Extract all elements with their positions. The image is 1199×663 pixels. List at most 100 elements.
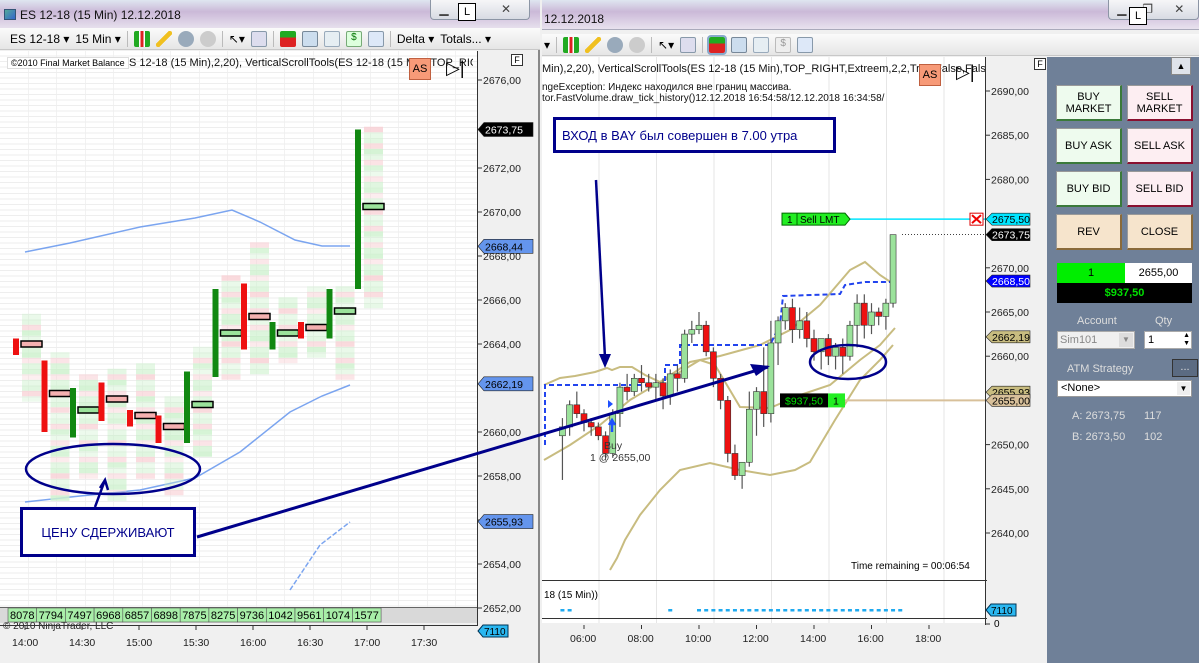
chevron-down-icon: ▼ [1177,382,1190,395]
divider [389,30,391,47]
annotation-box-left: ЦЕНУ СДЕРЖИВАЮТ [20,507,196,557]
totals-selector[interactable]: Totals... ▾ [440,32,491,46]
qty-value: 1 [1148,334,1155,346]
right-window-title: 12.12.2018 [544,12,605,26]
zoom-in-icon[interactable] [177,30,194,47]
chevron-down-icon: ▼ [1119,333,1133,347]
zoom-in-icon[interactable] [607,36,624,53]
lock-button[interactable]: L [458,3,476,21]
right-window-controls[interactable]: ▁ ❐ ✕ [1108,0,1199,20]
qty-stepper[interactable]: 1 ▲ ▼ [1144,331,1192,349]
volume-zero: 0 [994,619,1000,630]
buy-bid-button[interactable]: BUY BID [1056,171,1122,207]
strategy-dollar-icon[interactable]: $ [775,36,792,53]
left-time-axis-border [0,625,478,626]
error-line-2: tor.FastVolume.draw_tick_history()12.12.… [542,93,885,104]
indicator-icon[interactable] [323,30,340,47]
properties-icon[interactable] [797,36,814,53]
zoom-out-icon[interactable] [199,30,216,47]
account-select[interactable]: Sim101 ▼ [1057,331,1135,349]
volume-panel-bottom [542,618,987,619]
right-toolbar: ▾ ↖▾ $ [542,34,1199,56]
annotation-text-right: ВХОД в BAY был совершен в 7.00 утра [562,127,798,143]
properties-icon[interactable] [367,30,384,47]
error-line-1: ngeException: Индекс находился вне грани… [542,82,792,93]
f-button[interactable]: F [1034,58,1046,70]
close-position-button[interactable]: CLOSE [1127,214,1193,250]
left-axis-border [477,51,478,626]
divider [651,36,653,53]
lock-button[interactable]: L [1129,7,1147,25]
divider [702,36,704,53]
strategy-dollar-icon[interactable]: $ [345,30,362,47]
magnifier-icon[interactable] [250,30,267,47]
time-remaining: Time remaining = 00:06:54 [851,561,970,572]
candlestick-icon[interactable] [563,36,580,53]
volume-panel-title: 18 (15 Min)) [544,590,598,601]
atm-strategy-label: ATM Strategy [1067,363,1134,375]
scroll-end-icon[interactable]: ▷| [446,58,465,79]
pointer-icon[interactable]: ↖▾ [658,38,674,52]
scroll-end-icon[interactable]: ▷| [956,62,975,83]
pencil-icon[interactable] [585,36,602,53]
qty-label: Qty [1155,315,1173,327]
bar-chart-icon[interactable] [731,36,748,53]
reverse-button[interactable]: REV [1056,214,1122,250]
left-window-title: ES 12-18 (15 Min) 12.12.2018 [20,8,181,22]
annotation-box-right: ВХОД в BAY был совершен в 7.00 утра [553,117,836,153]
close-icon[interactable]: ✕ [483,0,529,19]
close-icon[interactable]: ✕ [1160,0,1198,19]
indicator-icon[interactable] [753,36,770,53]
magnifier-icon[interactable] [680,36,697,53]
right-titlebar [542,0,1199,30]
annotation-text-left: ЦЕНУ СДЕРЖИВАЮТ [41,524,175,540]
minimize-icon[interactable]: ▁ [431,0,457,19]
position-price: 2655,00 [1125,263,1192,283]
volume-panel-divider [542,580,987,581]
left-toolbar: ES 12-18 ▾ 15 Min ▾ ↖▾ $ Delta ▾ Totals.… [0,28,540,50]
interval-selector[interactable]: 15 Min ▾ [75,32,120,46]
left-window-controls[interactable]: ▁❐✕ [430,0,530,20]
panel-scroll-up[interactable]: ▲ [1171,57,1191,75]
account-label: Account [1077,315,1117,327]
divider [556,36,558,53]
order-entry-panel: ▲ BUY MARKET SELL MARKET BUY ASK SELL AS… [1047,57,1199,663]
indicator-badge: ©2010 Final Market Balance [7,57,129,69]
order-bars-icon[interactable] [707,34,728,55]
pointer-icon[interactable]: ↖▾ [229,32,245,46]
sell-bid-button[interactable]: SELL BID [1127,171,1193,207]
stepper-arrows-icon[interactable]: ▲ ▼ [1183,332,1190,348]
f-button[interactable]: F [511,54,523,66]
as-button[interactable]: AS [409,58,431,80]
pencil-icon[interactable] [155,30,172,47]
divider [272,30,274,47]
buy-market-button[interactable]: BUY MARKET [1056,85,1122,121]
delta-selector[interactable]: Delta ▾ [397,32,434,46]
bar-chart-icon[interactable] [301,30,318,47]
position-qty: 1 [1057,263,1125,283]
position-pnl: $937,50 [1057,283,1192,303]
chart-app-icon [4,9,16,20]
buy-ask-button[interactable]: BUY ASK [1056,128,1122,164]
atm-strategy-value: <None> [1061,382,1101,394]
order-bars-icon[interactable] [279,30,296,47]
atm-strategy-select[interactable]: <None> ▼ [1057,380,1192,397]
dropdown-arrow[interactable]: ▾ [544,38,550,52]
copyright: © 2010 NinjaTrader, LLC [3,621,114,632]
atm-settings-button[interactable]: ... [1172,359,1198,377]
instrument-selector[interactable]: ES 12-18 ▾ [10,32,69,46]
bid-price: B: 2673,50 [1072,431,1126,443]
as-button[interactable]: AS [919,64,941,86]
divider [126,30,128,47]
zoom-out-icon[interactable] [629,36,646,53]
account-value: Sim101 [1060,334,1098,346]
ask-size: 117 [1144,410,1162,422]
candlestick-icon[interactable] [133,30,150,47]
divider [221,30,223,47]
left-chart-window: ES 12-18 (15 Min) 12.12.2018 ▁❐✕ L ES 12… [0,0,540,663]
right-axis-border [985,57,986,625]
sell-ask-button[interactable]: SELL ASK [1127,128,1193,164]
bid-size: 102 [1144,431,1163,443]
sell-market-button[interactable]: SELL MARKET [1127,85,1193,121]
ask-price: A: 2673,75 [1072,410,1126,422]
